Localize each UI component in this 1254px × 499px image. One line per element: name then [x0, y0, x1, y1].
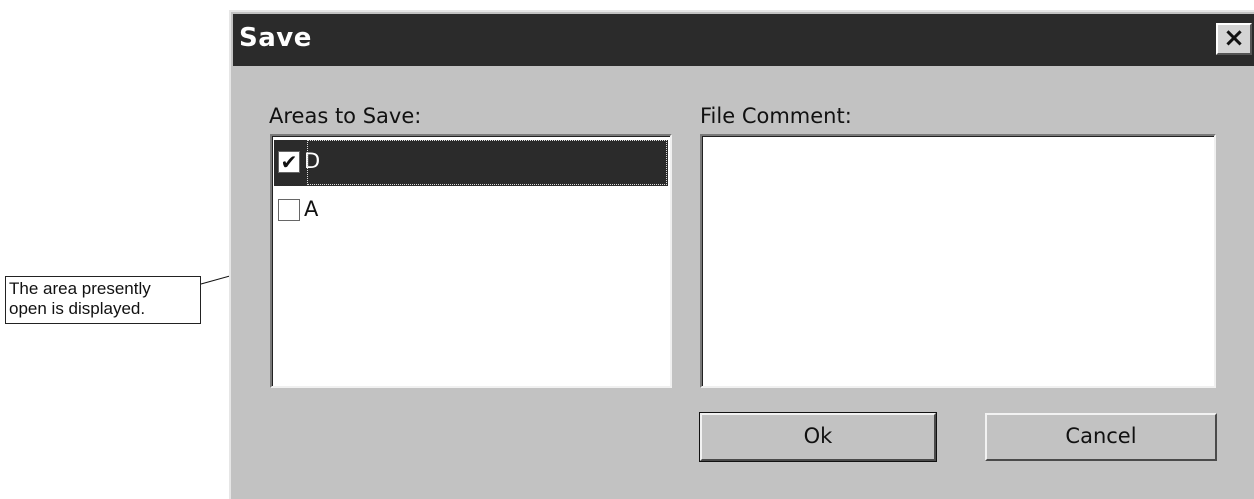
areas-to-save-label: Areas to Save: — [269, 104, 422, 128]
ok-button[interactable]: Ok — [699, 412, 937, 462]
area-a-label: A — [304, 197, 319, 221]
save-dialog: Save × Areas to Save: File Comment: ✔ D … — [229, 10, 1254, 499]
close-button[interactable]: × — [1216, 23, 1252, 55]
area-a-checkbox[interactable] — [278, 199, 300, 221]
file-comment-textarea[interactable] — [700, 134, 1216, 388]
focus-rectangle — [307, 140, 667, 185]
title-bar[interactable]: Save × — [233, 14, 1254, 66]
dialog-title: Save — [239, 23, 312, 53]
checkmark-icon: ✔ — [280, 150, 298, 174]
list-item-area-a[interactable]: A — [274, 188, 668, 234]
area-d-checkbox[interactable]: ✔ — [278, 151, 300, 173]
cancel-button[interactable]: Cancel — [985, 413, 1217, 461]
file-comment-label: File Comment: — [700, 104, 852, 128]
close-icon: × — [1223, 23, 1245, 53]
list-item-area-d[interactable]: ✔ D — [274, 140, 668, 186]
areas-list[interactable]: ✔ D A — [270, 134, 672, 388]
